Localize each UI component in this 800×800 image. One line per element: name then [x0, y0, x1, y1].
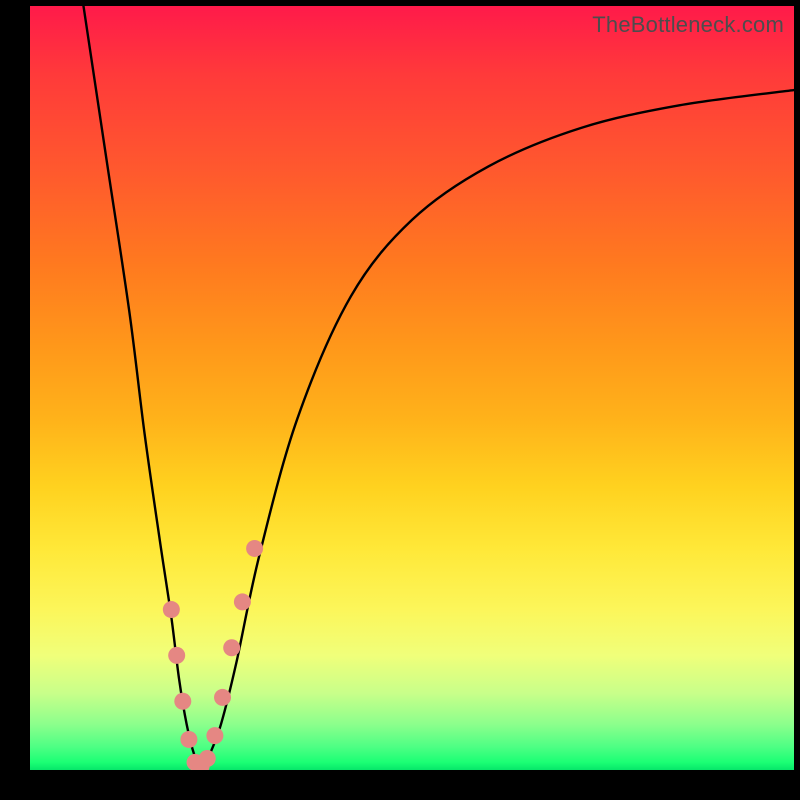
curve-marker	[174, 693, 191, 710]
curve-marker	[168, 647, 185, 664]
chart-curve	[83, 6, 794, 770]
bottleneck-curve	[83, 6, 794, 770]
curve-marker	[199, 750, 216, 767]
chart-svg	[30, 6, 794, 770]
chart-frame: TheBottleneck.com	[0, 0, 800, 800]
curve-marker	[163, 601, 180, 618]
curve-marker	[180, 731, 197, 748]
curve-marker	[246, 540, 263, 557]
curve-marker	[206, 727, 223, 744]
curve-marker	[223, 639, 240, 656]
chart-markers	[163, 540, 263, 770]
chart-plot-area: TheBottleneck.com	[30, 6, 794, 770]
curve-marker	[214, 689, 231, 706]
curve-marker	[234, 593, 251, 610]
